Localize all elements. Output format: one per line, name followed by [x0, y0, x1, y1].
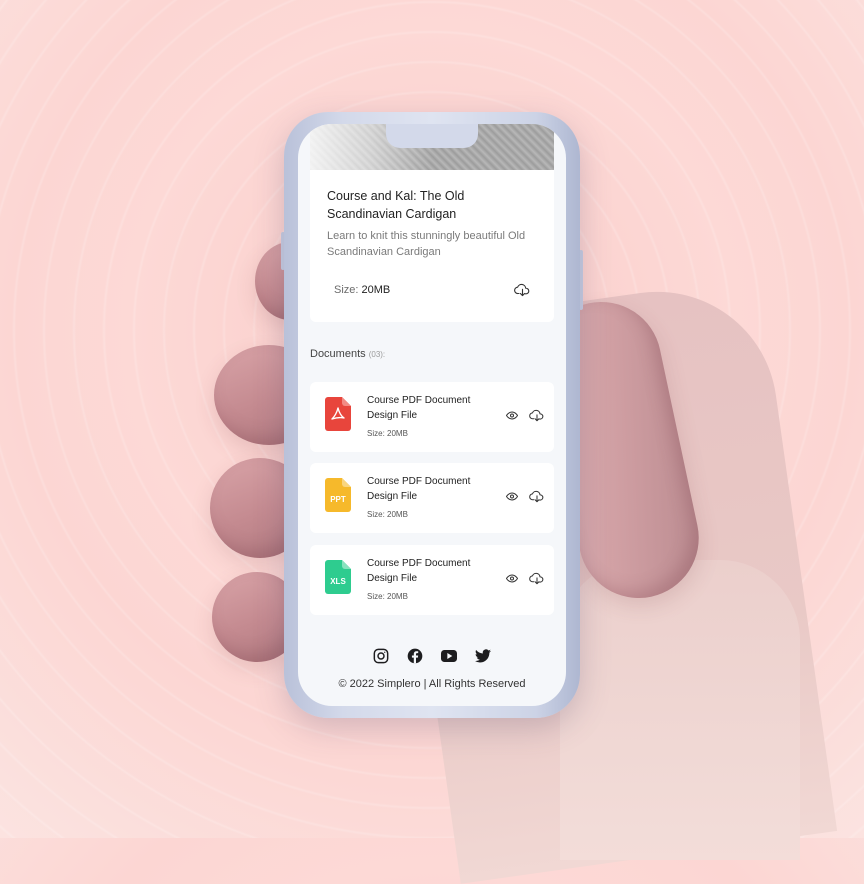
facebook-link[interactable] — [407, 648, 423, 664]
eye-icon — [506, 573, 518, 583]
footer-copyright: © 2022 Simplero | All Rights Reserved — [338, 678, 526, 690]
view-button[interactable] — [504, 408, 520, 422]
file-type-label: XLS — [330, 577, 346, 586]
phone-notch — [386, 124, 478, 148]
document-title: Course PDF Document Design File — [367, 395, 471, 421]
course-download-button[interactable] — [513, 282, 531, 298]
course-description: Learn to knit this stunningly beautiful … — [327, 230, 526, 258]
download-button[interactable] — [528, 570, 546, 586]
size-label: Size: — [334, 284, 359, 296]
document-title: Course PDF Document Design File — [367, 476, 471, 502]
ppt-file-icon: PPT — [325, 478, 351, 512]
cloud-download-icon — [529, 572, 544, 584]
pdf-file-icon — [325, 397, 351, 431]
eye-icon — [506, 410, 518, 420]
document-size: Size: 20MB — [367, 429, 408, 438]
wrist — [560, 560, 800, 860]
xls-file-icon: XLS — [325, 560, 351, 594]
youtube-link[interactable] — [441, 648, 457, 664]
view-button[interactable] — [504, 571, 520, 585]
document-title: Course PDF Document Design File — [367, 558, 471, 584]
phone-screen: Course and Kal: The Old Scandinavian Car… — [298, 124, 566, 706]
course-size: Size: 20MB — [334, 284, 390, 296]
download-button[interactable] — [528, 407, 546, 423]
document-item: XLS Course PDF Document Design File Size… — [310, 545, 554, 615]
size-value: 20MB — [361, 284, 391, 296]
documents-count: (03): — [368, 350, 386, 359]
facebook-icon — [407, 648, 423, 664]
download-button[interactable] — [528, 488, 546, 504]
youtube-icon — [441, 650, 457, 662]
course-title: Course and Kal: The Old Scandinavian Car… — [327, 189, 465, 221]
file-type-label: PPT — [330, 495, 346, 504]
cloud-download-icon — [529, 409, 544, 421]
eye-icon — [506, 491, 518, 501]
document-item: Course PDF Document Design File Size: 20… — [310, 382, 554, 452]
instagram-link[interactable] — [373, 648, 389, 664]
document-size: Size: 20MB — [367, 510, 408, 519]
twitter-icon — [475, 649, 491, 663]
instagram-icon — [373, 648, 389, 664]
social-links — [298, 648, 566, 664]
cloud-download-icon — [529, 490, 544, 502]
document-item: PPT Course PDF Document Design File Size… — [310, 463, 554, 533]
documents-heading: Documents (03): — [310, 348, 385, 360]
documents-title: Documents — [310, 348, 366, 360]
document-size: Size: 20MB — [367, 592, 408, 601]
cloud-download-icon — [513, 283, 529, 297]
course-card: Course and Kal: The Old Scandinavian Car… — [310, 170, 554, 322]
view-button[interactable] — [504, 489, 520, 503]
twitter-link[interactable] — [475, 648, 491, 664]
